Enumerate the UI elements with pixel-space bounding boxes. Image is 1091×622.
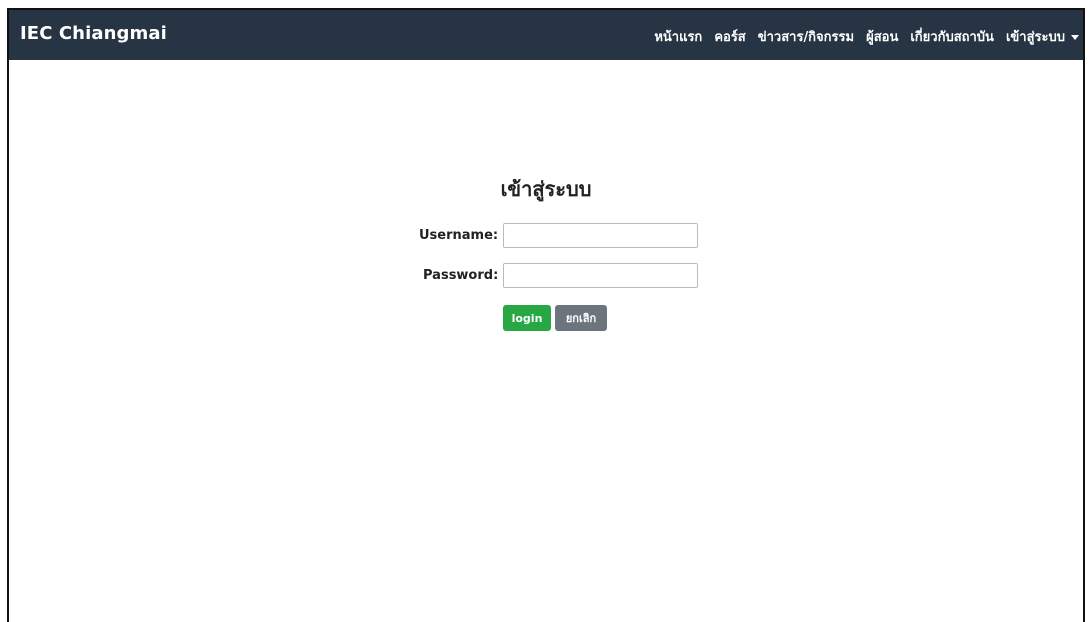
top-navbar: IEC Chiangmai หน้าแรก คอร์ส ข่าวสาร/กิจก… <box>9 10 1083 60</box>
brand-logo[interactable]: IEC Chiangmai <box>20 23 167 44</box>
nav-item-login-dropdown[interactable]: เข้าสู่ระบบ <box>1006 26 1079 47</box>
caret-down-icon <box>1071 35 1079 40</box>
browser-viewport: IEC Chiangmai หน้าแรก คอร์ส ข่าวสาร/กิจก… <box>7 8 1085 622</box>
nav-item-courses[interactable]: คอร์ส <box>714 26 745 47</box>
password-input[interactable] <box>503 263 699 288</box>
page-title: เข้าสู่ระบบ <box>500 177 592 201</box>
password-label: Password: <box>423 268 499 283</box>
cancel-button[interactable]: ยกเลิก <box>555 305 607 331</box>
nav-menu: หน้าแรก คอร์ส ข่าวสาร/กิจกรรม ผู้สอน เกี… <box>654 26 1079 47</box>
username-label: Username: <box>419 228 499 243</box>
username-input[interactable] <box>503 223 699 248</box>
login-button[interactable]: login <box>503 305 551 331</box>
nav-item-home[interactable]: หน้าแรก <box>654 26 702 47</box>
form-buttons: login ยกเลิก <box>503 305 607 331</box>
password-row: Password: <box>423 263 699 288</box>
username-row: Username: <box>419 223 699 248</box>
nav-item-login-label: เข้าสู่ระบบ <box>1005 30 1065 45</box>
nav-item-about[interactable]: เกี่ยวกับสถาบัน <box>910 26 994 47</box>
nav-item-instructors[interactable]: ผู้สอน <box>866 26 898 47</box>
nav-item-news-activities[interactable]: ข่าวสาร/กิจกรรม <box>758 26 854 47</box>
